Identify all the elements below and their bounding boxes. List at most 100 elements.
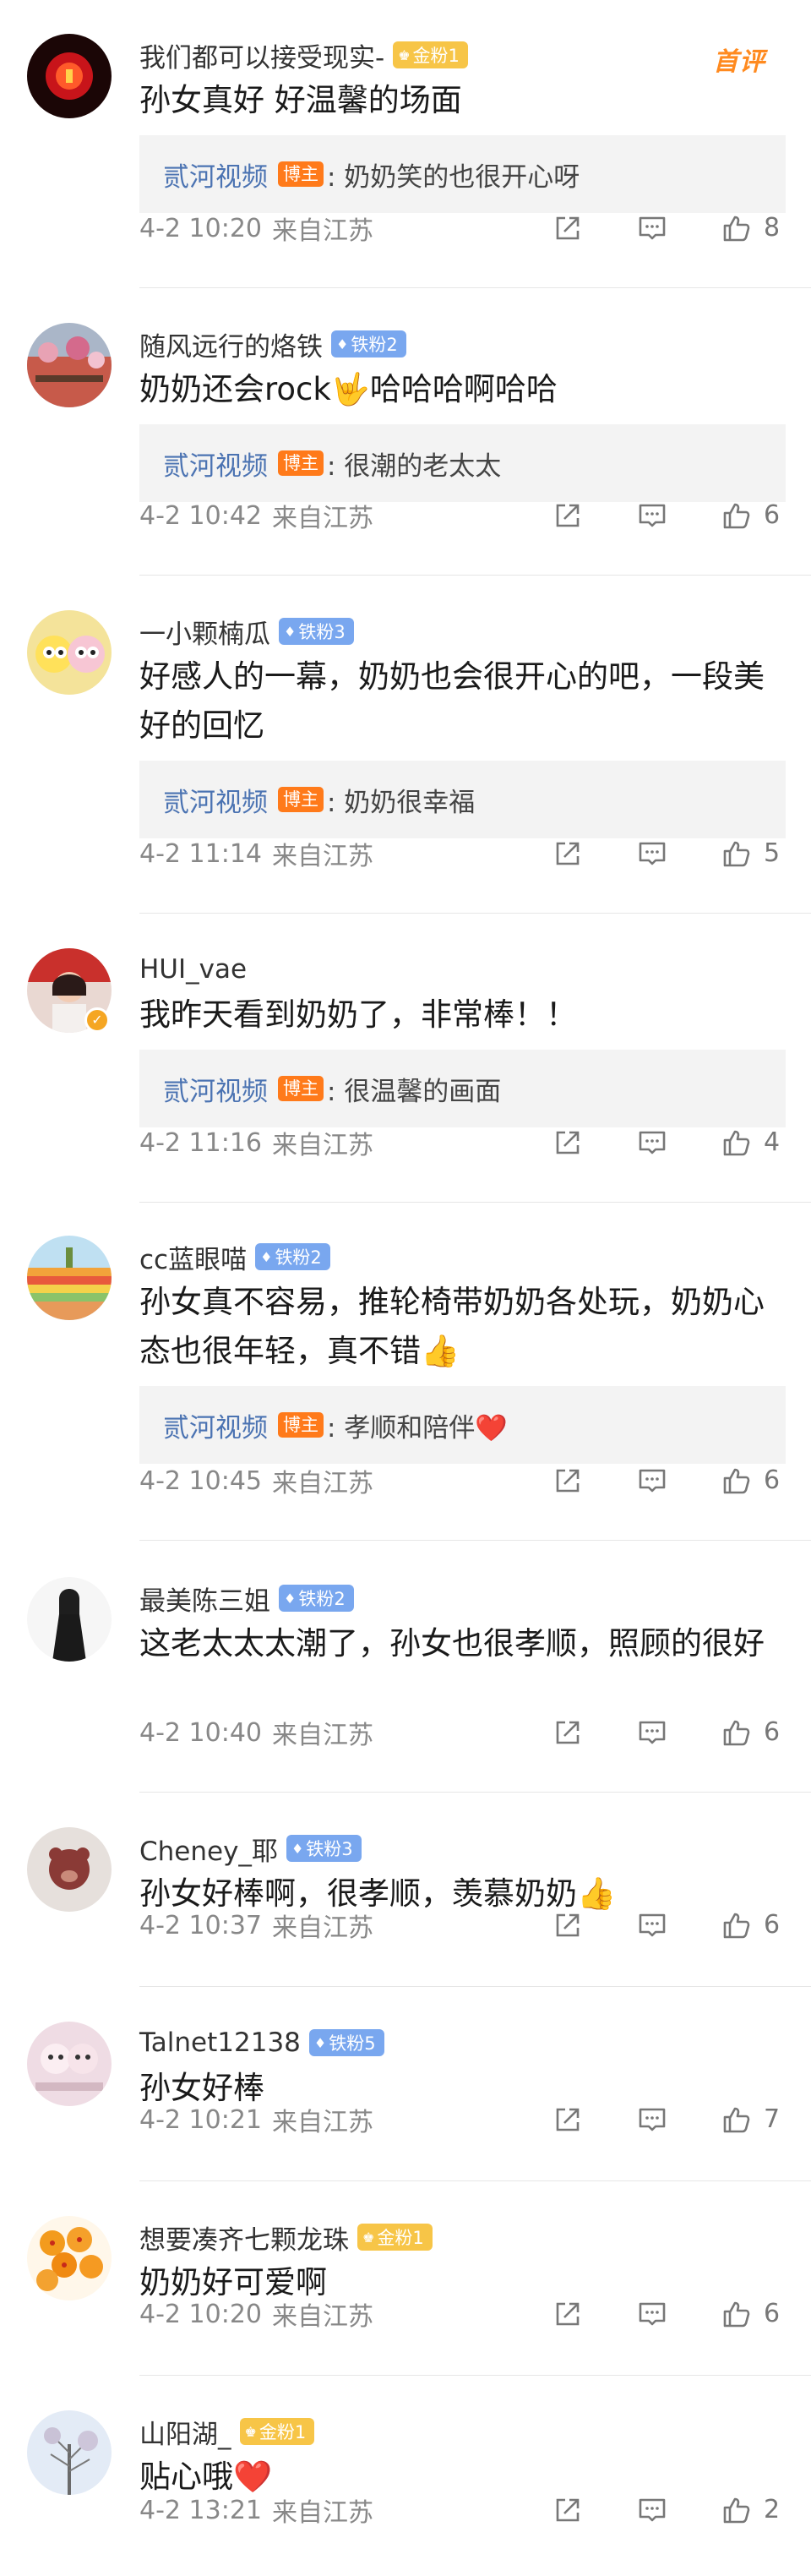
share-icon[interactable] (552, 1127, 583, 1158)
author-reply[interactable]: 贰河视频 博主: 奶奶很幸福 (139, 761, 786, 838)
comment-main: 随风远行的烙铁 ♦ 铁粉2 奶奶还会rock🤟哈哈哈啊哈哈 贰河视频 博主: 很潮的老太太 (139, 323, 786, 502)
share-icon[interactable] (552, 2495, 583, 2525)
like-icon[interactable] (721, 2299, 752, 2329)
reply-icon[interactable] (637, 1465, 667, 1496)
username[interactable]: 最美陈三姐 (139, 1580, 270, 1618)
meta-row: 4-2 10:37 来自江苏 6 (139, 1908, 786, 1943)
like-icon[interactable] (721, 500, 752, 531)
reply-icon[interactable] (637, 838, 667, 869)
fan-badge: ♚ 金粉1 (357, 2224, 433, 2251)
meta-row: 4-2 10:40 来自江苏 6 (139, 1716, 786, 1750)
name-row: cc蓝眼喵 ♦ 铁粉2 (139, 1236, 786, 1278)
share-icon[interactable] (552, 500, 583, 531)
like-icon[interactable] (721, 2104, 752, 2135)
meta-row: 4-2 10:20 来自江苏 6 (139, 2297, 786, 2332)
name-row: Talnet12138 ♦ 铁粉5 (139, 2022, 786, 2064)
location: 来自江苏 (272, 2302, 373, 2332)
share-icon[interactable] (552, 2299, 583, 2329)
reply-icon[interactable] (637, 213, 667, 243)
comment-main: cc蓝眼喵 ♦ 铁粉2 孙女真不容易，推轮椅带奶奶各处玩，奶奶心态也很年轻，真不错👍 贰… (139, 1236, 786, 1464)
username[interactable]: cc蓝眼喵 (139, 1238, 247, 1276)
like-icon[interactable] (721, 1910, 752, 1940)
fan-badge-label: 铁粉2 (298, 1589, 346, 1609)
share-icon[interactable] (552, 1465, 583, 1496)
timestamp: 4-2 10:37 (139, 1910, 262, 1940)
diamond-icon: ♦ (284, 1590, 297, 1607)
like-count: 4 (764, 1127, 781, 1157)
comment-text: 好感人的一幕，奶奶也会很开心的吧，一段美好的回忆 (139, 658, 765, 744)
op-badge: 博主 (278, 161, 324, 187)
comment-main: 一小颗楠瓜 ♦ 铁粉3 好感人的一幕，奶奶也会很开心的吧，一段美好的回忆贰河视频 博主:… (139, 610, 786, 838)
share-icon[interactable] (552, 213, 583, 243)
username[interactable]: Cheney_耶 (139, 1830, 278, 1868)
fan-badge: ♚ 金粉1 (393, 41, 468, 68)
reply-icon[interactable] (637, 1127, 667, 1158)
divider (139, 2180, 811, 2181)
share-icon[interactable] (552, 838, 583, 869)
avatar[interactable] (27, 2022, 112, 2106)
like-icon[interactable] (721, 213, 752, 243)
author-reply[interactable]: 贰河视频 博主: 很温馨的画面 (139, 1050, 786, 1127)
like-count: 6 (764, 500, 781, 530)
avatar[interactable] (27, 34, 112, 118)
comment-text: 这老太太太潮了，孙女也很孝顺，照顾的很好 (139, 1625, 765, 1662)
share-icon[interactable] (552, 1910, 583, 1940)
like-icon[interactable] (721, 2495, 752, 2525)
meta-row: 4-2 10:21 来自江苏 7 (139, 2103, 786, 2137)
location: 来自江苏 (272, 1721, 373, 1750)
avatar[interactable] (27, 610, 112, 695)
avatar[interactable] (27, 1577, 112, 1662)
reply-icon[interactable] (637, 500, 667, 531)
divider (139, 1202, 811, 1203)
fan-badge: ♦ 铁粉2 (279, 1585, 354, 1612)
comment-text: 我昨天看到奶奶了，非常棒！！ (139, 996, 577, 1033)
like-count: 7 (764, 2104, 781, 2134)
username[interactable]: 随风远行的烙铁 (139, 325, 323, 363)
fan-badge: ♦ 铁粉2 (255, 1243, 330, 1270)
like-icon[interactable] (721, 838, 752, 869)
op-badge: 博主 (278, 787, 324, 812)
username[interactable]: 我们都可以接受现实- (139, 36, 384, 74)
username[interactable]: HUI_vae (139, 954, 247, 985)
share-icon[interactable] (552, 1717, 583, 1748)
reply-author[interactable]: 贰河视频 (163, 1070, 268, 1108)
fan-badge-label: 铁粉3 (306, 1839, 353, 1859)
reply-icon[interactable] (637, 1910, 667, 1940)
author-reply[interactable]: 贰河视频 博主: 很潮的老太太 (139, 424, 786, 502)
share-icon[interactable] (552, 2104, 583, 2135)
fan-badge-label: 铁粉3 (298, 622, 346, 642)
reply-author[interactable]: 贰河视频 (163, 445, 268, 483)
divider (139, 1792, 811, 1793)
like-icon[interactable] (721, 1127, 752, 1158)
avatar[interactable] (27, 2410, 112, 2495)
reply-icon[interactable] (637, 2495, 667, 2525)
avatar[interactable] (27, 323, 112, 407)
reply-icon[interactable] (637, 1717, 667, 1748)
name-row: Cheney_耶 ♦ 铁粉3 (139, 1827, 786, 1869)
name-row: 一小颗楠瓜 ♦ 铁粉3 (139, 610, 786, 652)
timestamp: 4-2 11:14 (139, 838, 262, 869)
verified-icon: ✓ (84, 1007, 110, 1033)
reply-icon[interactable] (637, 2299, 667, 2329)
reply-author[interactable]: 贰河视频 (163, 1406, 268, 1444)
username[interactable]: 一小颗楠瓜 (139, 613, 270, 651)
author-reply[interactable]: 贰河视频 博主: 奶奶笑的也很开心呀 (139, 135, 786, 213)
reply-icon[interactable] (637, 2104, 667, 2135)
like-icon[interactable] (721, 1717, 752, 1748)
name-row: 随风远行的烙铁 ♦ 铁粉2 (139, 323, 786, 365)
username[interactable]: 山阳湖_ (139, 2413, 231, 2451)
avatar[interactable] (27, 2216, 112, 2300)
crown-icon: ♚ (244, 2423, 257, 2440)
location: 来自江苏 (272, 504, 373, 533)
avatar[interactable] (27, 1236, 112, 1320)
like-icon[interactable] (721, 1465, 752, 1496)
username[interactable]: Talnet12138 (139, 2028, 301, 2058)
reply-author[interactable]: 贰河视频 (163, 781, 268, 819)
fan-badge-label: 金粉1 (412, 46, 460, 66)
timestamp: 4-2 10:20 (139, 2299, 262, 2329)
username[interactable]: 想要凑齐七颗龙珠 (139, 2219, 349, 2257)
timestamp: 4-2 10:45 (139, 1465, 262, 1496)
avatar[interactable] (27, 1827, 112, 1912)
author-reply[interactable]: 贰河视频 博主: 孝顺和陪伴❤️ (139, 1386, 786, 1464)
reply-author[interactable]: 贰河视频 (163, 156, 268, 194)
